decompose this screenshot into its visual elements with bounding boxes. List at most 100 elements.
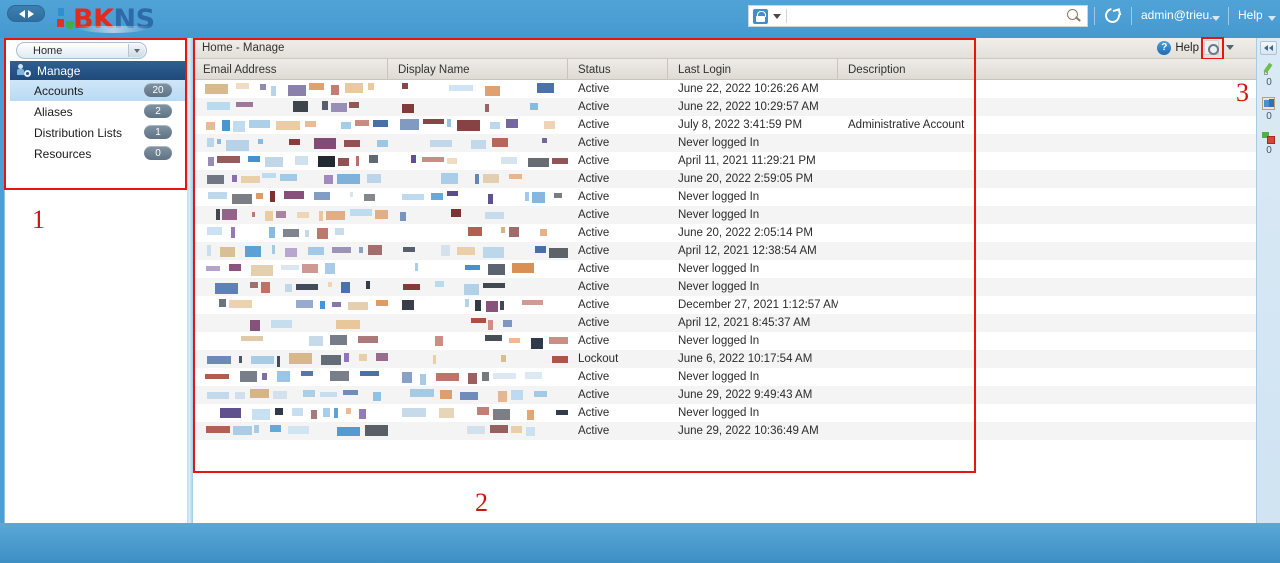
redacted-text	[203, 260, 388, 278]
cell-last-login: Never logged In	[668, 368, 838, 386]
cell-display-name	[388, 242, 568, 260]
magnifier-icon[interactable]	[1063, 6, 1085, 26]
table-row[interactable]: ActiveJune 20, 2022 2:05:14 PM	[193, 224, 1256, 242]
account-menu-label[interactable]: admin@trieu...	[1141, 8, 1219, 22]
cell-display-name	[388, 80, 568, 98]
column-header-email-address[interactable]: Email Address	[193, 59, 388, 80]
cell-display-name	[388, 206, 568, 224]
table-row[interactable]: ActiveNever logged In	[193, 332, 1256, 350]
sidebar-section-manage[interactable]: Manage	[10, 61, 196, 80]
redacted-text	[398, 170, 568, 188]
breadcrumb-bar: Home - Manage ? Help	[193, 38, 1256, 59]
table-row[interactable]: ActiveNever logged In	[193, 278, 1256, 296]
logo-marks-icon	[56, 6, 72, 32]
redacted-text	[203, 350, 388, 368]
refresh-button[interactable]	[1103, 6, 1123, 26]
table-row[interactable]: ActiveJune 29, 2022 9:49:43 AM	[193, 386, 1256, 404]
table-row[interactable]: ActiveApril 12, 2021 8:45:37 AM	[193, 314, 1256, 332]
redacted-text	[398, 242, 568, 260]
manage-user-icon	[17, 64, 31, 77]
table-row[interactable]: ActiveApril 12, 2021 12:38:54 AM	[193, 242, 1256, 260]
rail-item-tasks[interactable]: 0	[1257, 130, 1280, 156]
table-row[interactable]: ActiveNever logged In	[193, 368, 1256, 386]
top-header-bar: BK NS admin@trieu... Help	[0, 0, 1280, 38]
sidebar-item-resources[interactable]: Resources 0	[10, 143, 196, 164]
cell-email-address	[193, 368, 388, 386]
help-circle-icon[interactable]: ?	[1157, 41, 1171, 55]
cell-last-login: Never logged In	[668, 260, 838, 278]
redacted-text	[203, 422, 388, 440]
bottom-bar	[0, 523, 1280, 563]
cell-last-login: Never logged In	[668, 278, 838, 296]
table-row[interactable]: ActiveNever logged In	[193, 134, 1256, 152]
sidebar-item-accounts[interactable]: Accounts 20	[10, 80, 196, 101]
table-row[interactable]: ActiveJune 22, 2022 10:29:57 AM	[193, 98, 1256, 116]
table-row[interactable]: ActiveDecember 27, 2021 1:12:57 AM	[193, 296, 1256, 314]
sidebar-item-count: 0	[144, 146, 172, 160]
cell-last-login: Never logged In	[668, 206, 838, 224]
cell-status: Active	[568, 260, 668, 278]
table-row[interactable]: ActiveJune 29, 2022 10:36:49 AM	[193, 422, 1256, 440]
header-separator	[1094, 7, 1095, 25]
cell-description	[838, 350, 1256, 368]
cell-status: Active	[568, 368, 668, 386]
main-content-panel: Home - Manage ? Help Email Address Displ…	[193, 38, 1256, 548]
collapse-left-icon[interactable]	[1260, 41, 1277, 55]
history-navigation-buttons[interactable]	[7, 5, 45, 22]
table-row[interactable]: ActiveNever logged In	[193, 404, 1256, 422]
accounts-table: Email Address Display Name Status Last L…	[193, 59, 1256, 548]
column-header-description[interactable]: Description	[838, 59, 1256, 80]
redacted-text	[398, 224, 568, 242]
sidebar-item-count: 1	[144, 125, 172, 139]
rail-item-contacts[interactable]: 0	[1257, 96, 1280, 122]
sidebar-item-distribution-lists[interactable]: Distribution Lists 1	[10, 122, 196, 143]
table-row[interactable]: ActiveJune 22, 2022 10:26:26 AM	[193, 80, 1256, 98]
cell-status: Active	[568, 116, 668, 134]
rail-item-count: 0	[1257, 111, 1280, 122]
redacted-text	[398, 260, 568, 278]
chevron-down-icon[interactable]	[1226, 45, 1234, 50]
cell-display-name	[388, 260, 568, 278]
redacted-text	[203, 224, 388, 242]
cell-last-login: December 27, 2021 1:12:57 AM	[668, 296, 838, 314]
account-lock-icon[interactable]	[753, 9, 768, 24]
column-header-status[interactable]: Status	[568, 59, 668, 80]
cell-description	[838, 134, 1256, 152]
content-help-label[interactable]: Help	[1175, 42, 1199, 54]
column-header-last-login[interactable]: Last Login	[668, 59, 838, 80]
redacted-text	[203, 332, 388, 350]
arrow-left-icon[interactable]	[19, 10, 25, 18]
table-row[interactable]: ActiveJune 20, 2022 2:59:05 PM	[193, 170, 1256, 188]
column-header-display-name[interactable]: Display Name	[388, 59, 568, 80]
cell-status: Active	[568, 386, 668, 404]
redacted-text	[398, 404, 568, 422]
cell-status: Active	[568, 242, 668, 260]
table-row[interactable]: ActiveNever logged In	[193, 206, 1256, 224]
cell-last-login: April 12, 2021 12:38:54 AM	[668, 242, 838, 260]
global-search-box[interactable]	[748, 5, 1088, 27]
arrow-right-icon[interactable]	[28, 10, 34, 18]
chevron-down-icon[interactable]	[128, 44, 145, 57]
cell-last-login: April 11, 2021 11:29:21 PM	[668, 152, 838, 170]
sidebar-scope-selector[interactable]: Home	[16, 42, 147, 59]
table-row[interactable]: ActiveNever logged In	[193, 188, 1256, 206]
table-row[interactable]: LockoutJune 6, 2022 10:17:54 AM	[193, 350, 1256, 368]
cell-last-login: June 29, 2022 9:49:43 AM	[668, 386, 838, 404]
cell-status: Active	[568, 152, 668, 170]
chevron-down-icon[interactable]	[1268, 16, 1276, 21]
cell-status: Active	[568, 170, 668, 188]
refresh-icon	[1102, 5, 1123, 26]
cell-email-address	[193, 98, 388, 116]
table-row[interactable]: ActiveNever logged In	[193, 260, 1256, 278]
redacted-text	[398, 116, 568, 134]
sidebar-item-aliases[interactable]: Aliases 2	[10, 101, 196, 122]
table-row[interactable]: ActiveJuly 8, 2022 3:41:59 PMAdministrat…	[193, 116, 1256, 134]
help-menu-label[interactable]: Help	[1238, 8, 1263, 22]
chevron-down-icon[interactable]	[773, 14, 781, 19]
cell-description	[838, 368, 1256, 386]
rail-item-compose[interactable]: 0	[1257, 62, 1280, 88]
search-input[interactable]	[787, 7, 1063, 25]
table-row[interactable]: ActiveApril 11, 2021 11:29:21 PM	[193, 152, 1256, 170]
sidebar-item-label: Aliases	[34, 105, 73, 119]
chevron-down-icon[interactable]	[1212, 16, 1220, 21]
